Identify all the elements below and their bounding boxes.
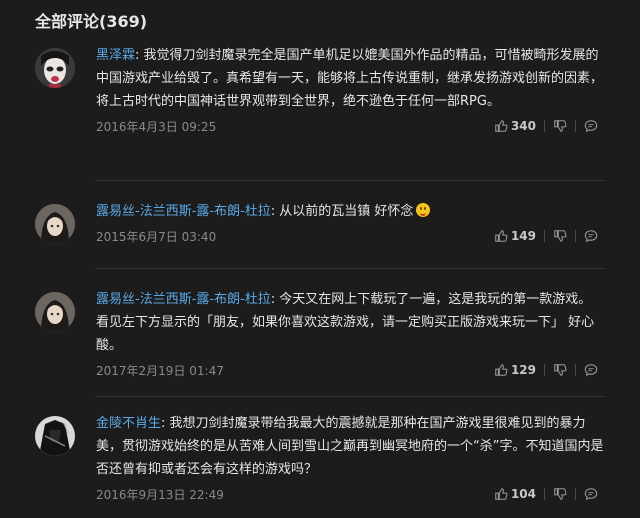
comment-timestamp: 2016年9月13日 22:49 xyxy=(96,488,224,502)
comment-divider xyxy=(95,268,605,269)
comment-content: 我想刀剑封魔录带给我最大的震撼就是那种在国产游戏里很难见到的暴力美，贯彻游戏始终… xyxy=(96,416,604,477)
like-count: 149 xyxy=(510,229,536,243)
comment-text: 露易丝-法兰西斯-露-布朗-杜拉: 从以前的瓦当镇 好怀念 xyxy=(96,200,606,223)
comment-username[interactable]: 金陵不肖生 xyxy=(96,416,161,431)
thumbs-up-icon xyxy=(495,120,508,132)
like-button[interactable]: 104 xyxy=(486,485,544,503)
thumbs-up-icon xyxy=(495,488,508,500)
like-button[interactable]: 340 xyxy=(486,117,544,135)
comment-divider xyxy=(95,180,605,181)
avatar[interactable] xyxy=(35,292,75,332)
reply-bubble-icon xyxy=(584,364,598,377)
thumbs-down-icon xyxy=(554,488,567,500)
comment-actions: 129 xyxy=(486,361,606,379)
reply-button[interactable] xyxy=(576,227,606,245)
comment-meta: 2017年2月19日 01:47 129 xyxy=(96,361,606,381)
comment-timestamp: 2016年4月3日 09:25 xyxy=(96,120,217,134)
comment-username[interactable]: 黑泽霖 xyxy=(96,48,135,63)
comment-actions: 149 xyxy=(486,227,606,245)
thumbs-down-icon xyxy=(554,230,567,242)
comments-header: 全部评论(369) xyxy=(35,12,148,31)
dislike-button[interactable] xyxy=(545,361,575,379)
avatar-dark-figure-icon xyxy=(35,416,75,456)
avatar-anime-girl-icon xyxy=(35,292,75,332)
like-count: 129 xyxy=(510,363,536,377)
reply-button[interactable] xyxy=(576,117,606,135)
comment-meta: 2015年6月7日 03:40 149 xyxy=(96,227,606,247)
comment-text: 露易丝-法兰西斯-露-布朗-杜拉: 今天又在网上下载玩了一遍，这是我玩的第一款游… xyxy=(96,292,595,353)
dislike-button[interactable] xyxy=(545,485,575,503)
comment-actions: 104 xyxy=(486,485,606,503)
thumbs-up-icon xyxy=(495,364,508,376)
reply-button[interactable] xyxy=(576,361,606,379)
dislike-button[interactable] xyxy=(545,117,575,135)
reply-button[interactable] xyxy=(576,485,606,503)
comment-username[interactable]: 露易丝-法兰西斯-露-布朗-杜拉 xyxy=(96,204,271,219)
avatar[interactable] xyxy=(35,48,75,88)
thumbs-down-icon xyxy=(554,364,567,376)
like-count: 104 xyxy=(510,487,536,501)
like-button[interactable]: 149 xyxy=(486,227,544,245)
comment-content: 从以前的瓦当镇 好怀念 xyxy=(279,204,414,219)
comment-text: 金陵不肖生: 我想刀剑封魔录带给我最大的震撼就是那种在国产游戏里很难见到的暴力美… xyxy=(96,416,604,477)
thumbs-down-icon xyxy=(554,120,567,132)
comment-divider xyxy=(95,396,605,397)
comment-timestamp: 2015年6月7日 03:40 xyxy=(96,230,217,244)
dislike-button[interactable] xyxy=(545,227,575,245)
comment-content: 我觉得刀剑封魔录完全是国产单机足以媲美国外作品的精品，可惜被畸形发展的中国游戏产… xyxy=(96,48,604,109)
reply-bubble-icon xyxy=(584,488,598,501)
reply-bubble-icon xyxy=(584,230,598,243)
reply-bubble-icon xyxy=(584,120,598,133)
thumbs-up-icon xyxy=(495,230,508,242)
comment-meta: 2016年9月13日 22:49 104 xyxy=(96,485,606,505)
comment-actions: 340 xyxy=(486,117,606,135)
comment-timestamp: 2017年2月19日 01:47 xyxy=(96,364,224,378)
like-count: 340 xyxy=(510,119,536,133)
avatar[interactable] xyxy=(35,416,75,456)
avatar-anime-girl-icon xyxy=(35,204,75,244)
comment-username[interactable]: 露易丝-法兰西斯-露-布朗-杜拉 xyxy=(96,292,271,307)
avatar[interactable] xyxy=(35,204,75,244)
comment-text: 黑泽霖: 我觉得刀剑封魔录完全是国产单机足以媲美国外作品的精品，可惜被畸形发展的… xyxy=(96,48,604,109)
like-button[interactable]: 129 xyxy=(486,361,544,379)
comment-meta: 2016年4月3日 09:25 340 xyxy=(96,117,606,137)
grinning-tongue-emoji-icon xyxy=(416,203,431,217)
avatar-pale-face-icon xyxy=(35,48,75,88)
